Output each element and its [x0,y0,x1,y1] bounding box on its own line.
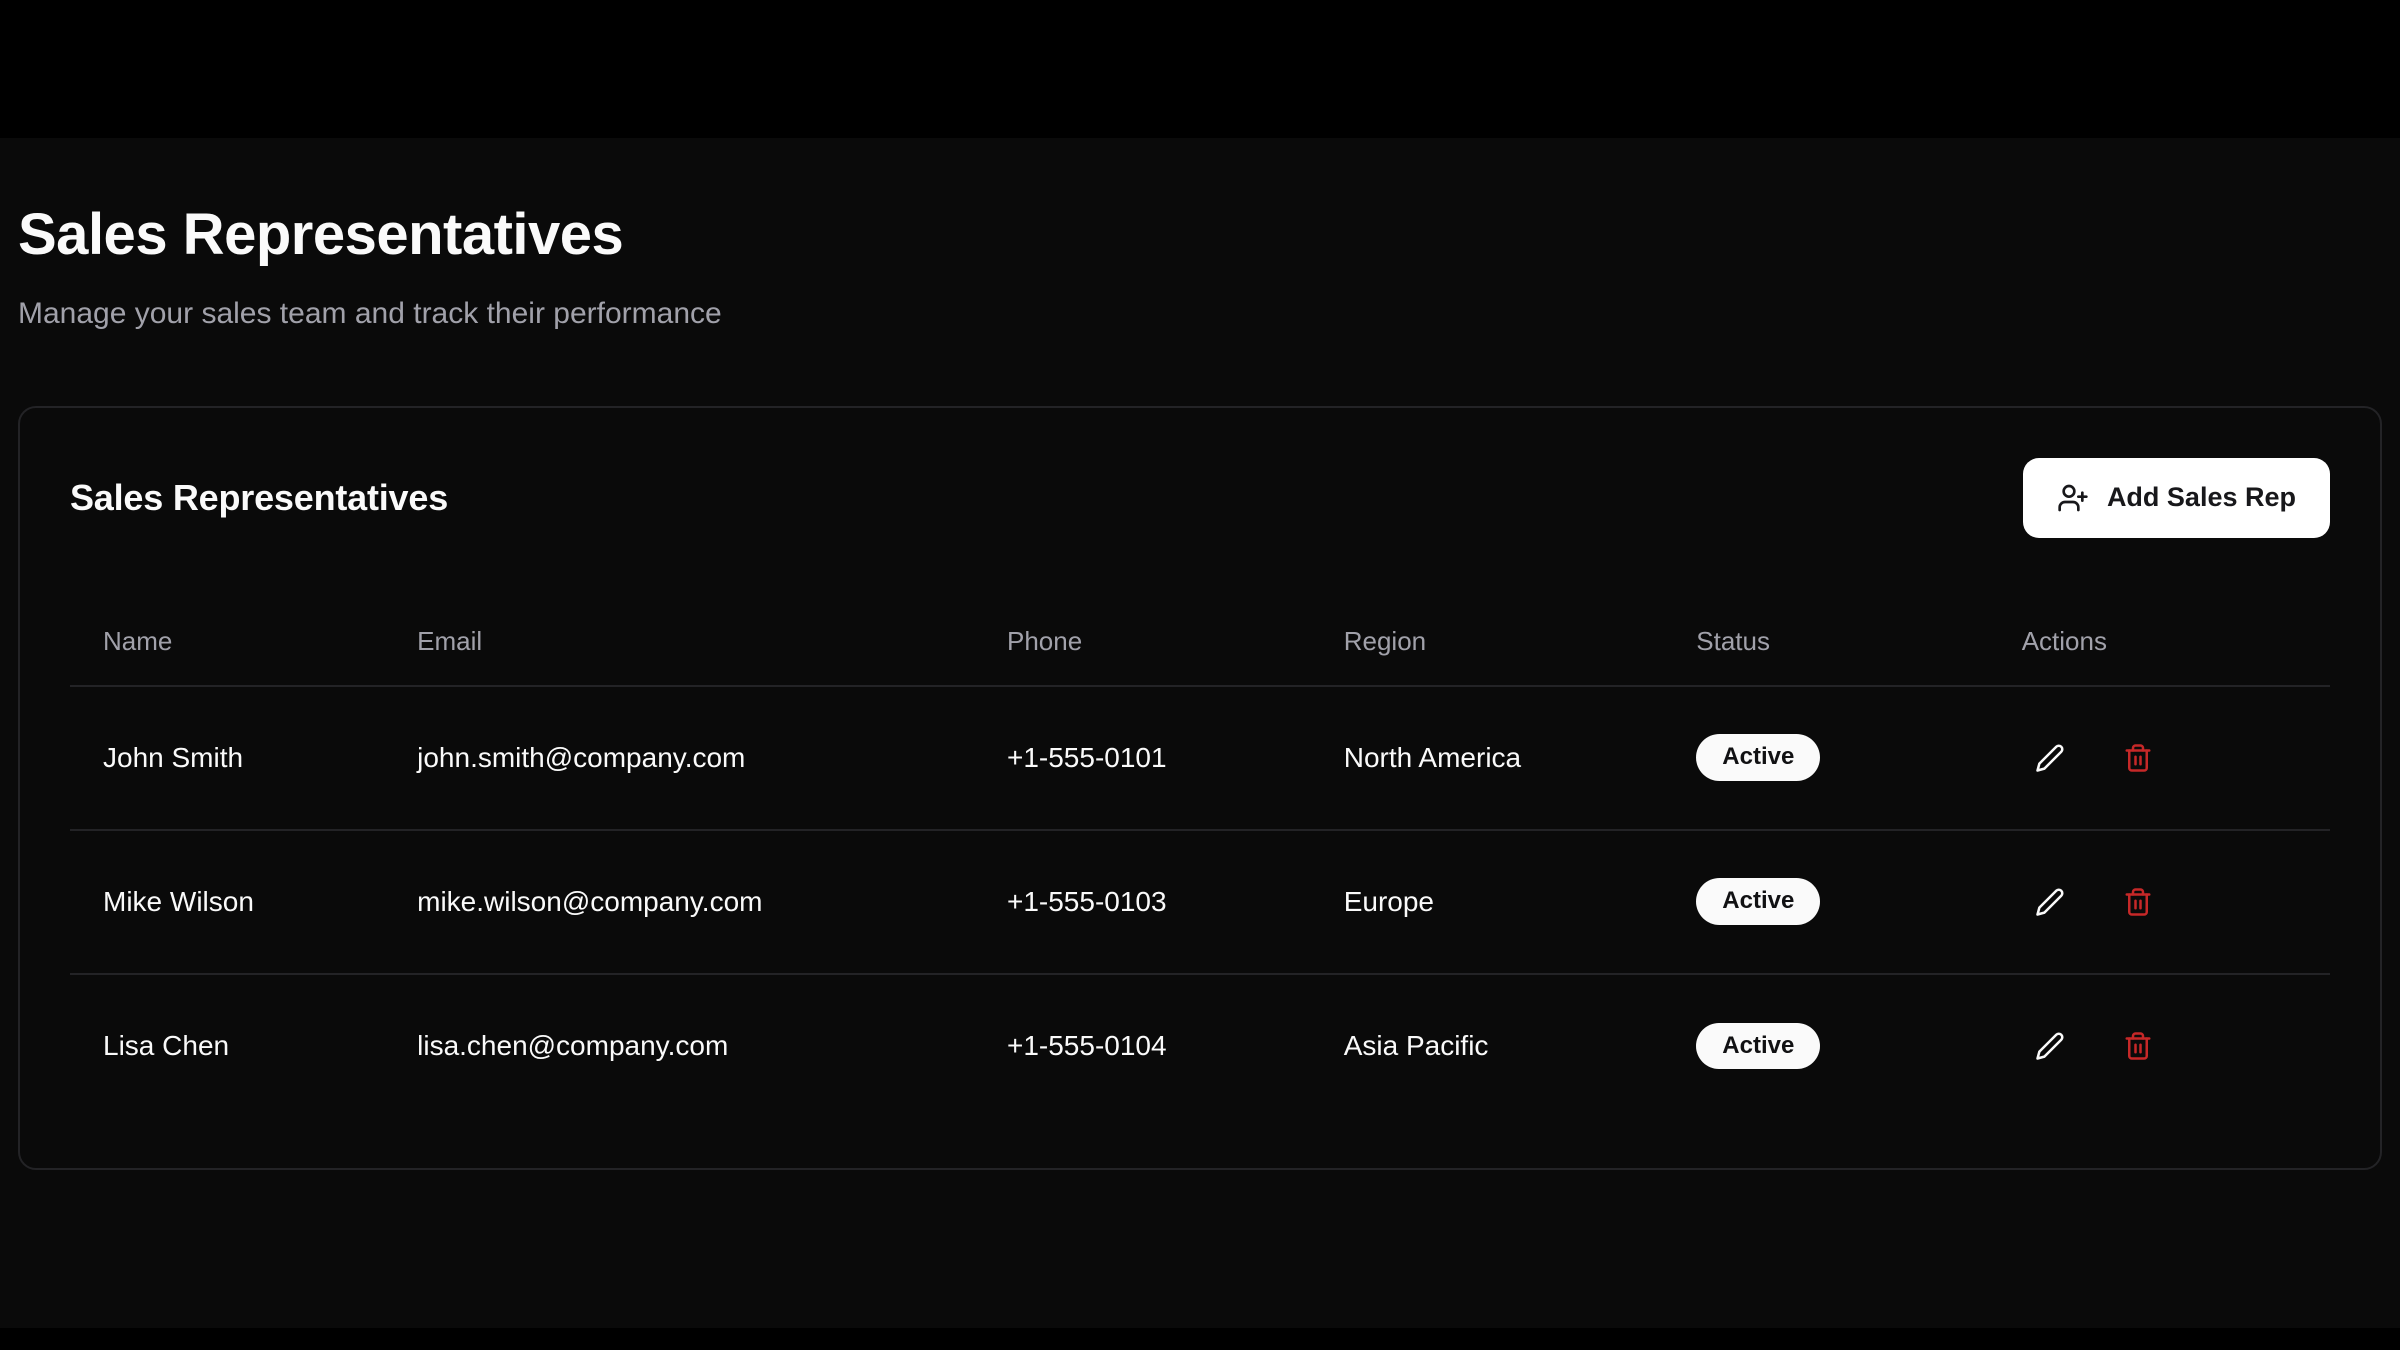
table-row: Lisa Chen lisa.chen@company.com +1-555-0… [70,974,2330,1118]
rep-status-cell: Active [1663,974,1988,1118]
table-row: Mike Wilson mike.wilson@company.com +1-5… [70,830,2330,974]
delete-button[interactable] [2110,730,2166,786]
rep-region: Asia Pacific [1311,974,1664,1118]
rep-actions-cell [1989,830,2330,974]
rep-region: Europe [1311,830,1664,974]
user-plus-icon [2057,482,2089,514]
edit-button[interactable] [2022,874,2078,930]
add-sales-rep-button-label: Add Sales Rep [2107,482,2296,513]
rep-name: Lisa Chen [70,974,384,1118]
pencil-icon [2035,743,2065,773]
add-sales-rep-button[interactable]: Add Sales Rep [2023,458,2330,538]
column-header-actions: Actions [1989,598,2330,686]
column-header-name: Name [70,598,384,686]
delete-button[interactable] [2110,1018,2166,1074]
rep-email: lisa.chen@company.com [384,974,974,1118]
rep-actions-cell [1989,686,2330,830]
rep-email: mike.wilson@company.com [384,830,974,974]
column-header-region: Region [1311,598,1664,686]
bottom-band [0,1328,2400,1350]
pencil-icon [2035,887,2065,917]
delete-button[interactable] [2110,874,2166,930]
rep-status-cell: Active [1663,830,1988,974]
page-title: Sales Representatives [18,200,2382,270]
card-title: Sales Representatives [70,477,448,519]
column-header-email: Email [384,598,974,686]
pencil-icon [2035,1031,2065,1061]
rep-name: John Smith [70,686,384,830]
rep-email: john.smith@company.com [384,686,974,830]
sales-reps-table: Name Email Phone Region Status Actions J… [70,598,2330,1118]
table-header: Name Email Phone Region Status Actions [70,598,2330,686]
page-subtitle: Manage your sales team and track their p… [18,296,2382,332]
card-header: Sales Representatives Add Sales Rep [70,458,2330,538]
trash-icon [2123,887,2153,917]
rep-name: Mike Wilson [70,830,384,974]
trash-icon [2123,1031,2153,1061]
rep-phone: +1-555-0103 [974,830,1311,974]
status-badge: Active [1696,878,1820,925]
trash-icon [2123,743,2153,773]
rep-phone: +1-555-0101 [974,686,1311,830]
rep-region: North America [1311,686,1664,830]
edit-button[interactable] [2022,1018,2078,1074]
sales-reps-card: Sales Representatives Add Sales Rep [18,406,2382,1170]
column-header-status: Status [1663,598,1988,686]
page: Sales Representatives Manage your sales … [0,0,2400,1170]
edit-button[interactable] [2022,730,2078,786]
status-badge: Active [1696,1023,1820,1070]
table-row: John Smith john.smith@company.com +1-555… [70,686,2330,830]
rep-actions-cell [1989,974,2330,1118]
rep-status-cell: Active [1663,686,1988,830]
rep-phone: +1-555-0104 [974,974,1311,1118]
status-badge: Active [1696,734,1820,781]
column-header-phone: Phone [974,598,1311,686]
